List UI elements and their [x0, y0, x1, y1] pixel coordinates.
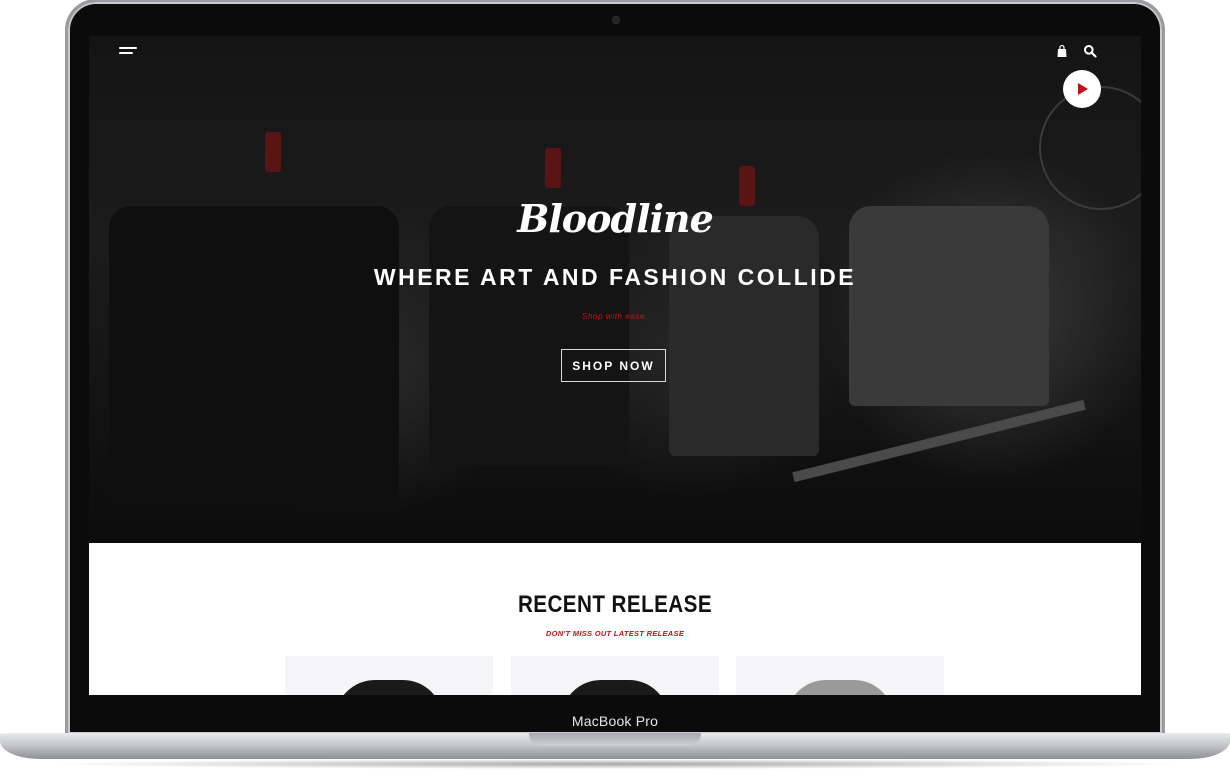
laptop-shadow: [40, 759, 1190, 769]
display-shelf: [792, 399, 1086, 483]
menu-icon[interactable]: [119, 47, 137, 59]
price-tag: [545, 148, 561, 188]
brand-logo: Bloodline: [517, 196, 714, 241]
product-card[interactable]: [511, 656, 719, 695]
camera-icon: [613, 17, 619, 23]
product-image: [335, 680, 443, 695]
laptop-notch: [529, 733, 701, 746]
header-actions: [1055, 44, 1097, 58]
hero-shirt: [429, 206, 629, 466]
hero-shirt: [109, 206, 399, 506]
section-title: RECENT RELEASE: [517, 591, 713, 618]
product-image: [786, 680, 894, 695]
play-video-button[interactable]: [1063, 70, 1101, 108]
browser-screen: Bloodline WHERE ART AND FASHION COLLIDE …: [89, 36, 1141, 695]
hero-section: Bloodline WHERE ART AND FASHION COLLIDE …: [89, 36, 1141, 543]
product-card[interactable]: [285, 656, 493, 695]
shop-now-button[interactable]: SHOP NOW: [561, 349, 666, 382]
device-model-label: MacBook Pro: [571, 713, 659, 729]
section-subtitle: DON'T MISS OUT LATEST RELEASE: [545, 629, 685, 638]
product-image: [561, 680, 669, 695]
bag-icon[interactable]: [1055, 44, 1069, 58]
price-tag: [265, 132, 281, 172]
recent-release-section: RECENT RELEASE DON'T MISS OUT LATEST REL…: [89, 543, 1141, 695]
hero-tagline: Shop with ease.: [582, 312, 648, 321]
product-card[interactable]: [736, 656, 944, 695]
hero-shirt: [669, 216, 819, 456]
search-icon[interactable]: [1083, 44, 1097, 58]
hero-headline: WHERE ART AND FASHION COLLIDE: [373, 264, 857, 290]
